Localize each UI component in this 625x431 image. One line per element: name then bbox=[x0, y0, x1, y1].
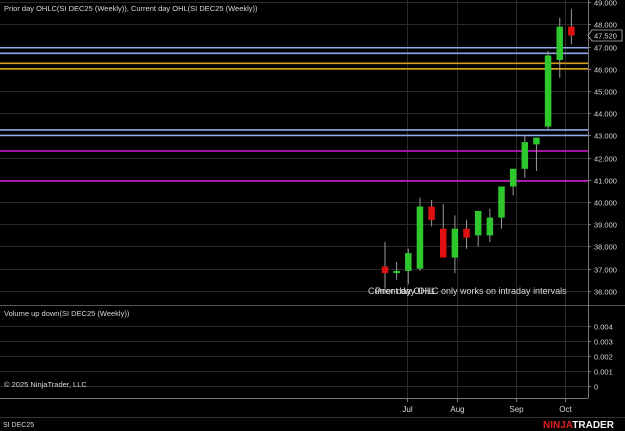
logo-part-ninja: NINJA bbox=[543, 420, 573, 431]
price-indicator-label: Prior day OHLC(SI DEC25 (Weekly)), Curre… bbox=[4, 4, 258, 13]
candle-body-down bbox=[381, 266, 389, 274]
candle-body-up bbox=[486, 217, 494, 236]
volume-indicator-label: Volume up down(SI DEC25 (Weekly)) bbox=[4, 309, 130, 318]
price-tick-label: 43.000 bbox=[594, 131, 617, 140]
price-tick-label: 49.000 bbox=[594, 0, 617, 7]
candle-body-up bbox=[451, 228, 459, 258]
time-tick-label: Sep bbox=[509, 405, 524, 414]
volume-tick-label: 0.004 bbox=[594, 322, 613, 331]
time-tick-label: Oct bbox=[559, 405, 572, 414]
candle-body-up bbox=[393, 270, 400, 274]
volume-tick-label: 0.001 bbox=[594, 367, 613, 376]
candle-body-down bbox=[568, 26, 575, 36]
current-price-label: 47.520 bbox=[594, 31, 617, 40]
price-tick-label: 44.000 bbox=[594, 109, 617, 118]
candle-body-up bbox=[544, 55, 552, 127]
candle-body-down bbox=[440, 228, 447, 258]
intraday-notice-text: Prior day OHLC only works on intraday in… bbox=[375, 286, 567, 296]
instrument-tab[interactable]: SI DEC25 bbox=[3, 422, 34, 429]
price-tick-label: 48.000 bbox=[594, 20, 617, 29]
time-tick-label: Aug bbox=[450, 405, 464, 414]
price-tick-label: 45.000 bbox=[594, 87, 617, 96]
chart-background bbox=[0, 0, 625, 431]
current-price-marker: 47.520 bbox=[587, 29, 623, 42]
price-tick-label: 46.000 bbox=[594, 65, 617, 74]
price-tick-label: 41.000 bbox=[594, 176, 617, 185]
volume-tick-label: 0 bbox=[594, 382, 598, 391]
candle-body-up bbox=[416, 206, 424, 269]
logo-part-trader: TRADER bbox=[572, 420, 614, 431]
price-tick-label: 47.000 bbox=[594, 43, 617, 52]
price-tick-label: 38.000 bbox=[594, 242, 617, 251]
volume-tick-label: 0.002 bbox=[594, 352, 613, 361]
copyright-text: © 2025 NinjaTrader, LLC bbox=[4, 380, 87, 389]
price-tick-label: 39.000 bbox=[594, 220, 617, 229]
candle-body-up bbox=[474, 210, 482, 236]
price-tick-label: 42.000 bbox=[594, 154, 617, 163]
volume-tick-label: 0.003 bbox=[594, 337, 613, 346]
candle-body-up bbox=[498, 186, 505, 218]
price-tick-label: 36.000 bbox=[594, 287, 617, 296]
candle-body-up bbox=[521, 142, 529, 169]
candle-body-up bbox=[509, 168, 517, 187]
candle-body-down bbox=[463, 228, 470, 238]
candle-body-down bbox=[428, 206, 435, 220]
ninjatrader-logo: NINJATRADER bbox=[543, 420, 615, 431]
price-tick-label: 40.000 bbox=[594, 198, 617, 207]
time-tick-label: Jul bbox=[402, 405, 412, 414]
candle-body-up bbox=[533, 137, 540, 145]
candle-body-up bbox=[405, 253, 412, 271]
candle-body-up bbox=[556, 26, 563, 60]
price-tick-label: 37.000 bbox=[594, 265, 617, 274]
chart-window: Prior day OHLC(SI DEC25 (Weekly)), Curre… bbox=[0, 0, 625, 431]
